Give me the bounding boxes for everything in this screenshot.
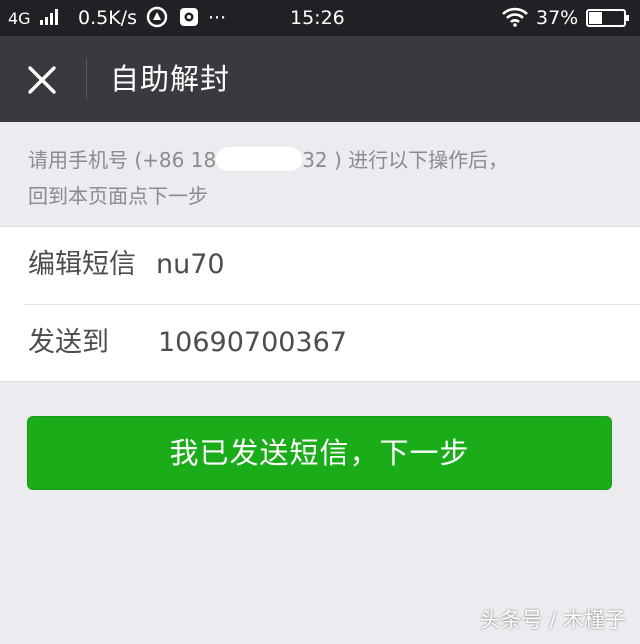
close-icon <box>28 66 56 94</box>
instruction-line-2: 回到本页面点下一步 <box>28 184 208 208</box>
sms-info-card: 编辑短信 nu70 发送到 10690700367 <box>0 226 640 382</box>
instruction-suffix: 32 ) 进行以下操作后， <box>302 148 509 172</box>
wifi-icon <box>502 6 528 30</box>
page-title: 自助解封 <box>110 62 231 96</box>
instruction-prefix: 请用手机号 (+86 18 <box>28 148 217 172</box>
app-notification-icon <box>146 6 168 30</box>
gallery-notification-icon <box>178 6 200 30</box>
nav-bar: 自助解封 <box>0 36 640 122</box>
instruction-line-1: 请用手机号 (+86 18 32 ) 进行以下操作后， <box>28 142 618 178</box>
more-notifications-icon: ··· <box>208 7 227 29</box>
battery-icon <box>586 6 630 30</box>
network-indicator: 4G <box>8 6 59 31</box>
redaction-mask <box>216 147 303 171</box>
battery-percent: 37% <box>536 7 579 29</box>
close-button[interactable] <box>20 58 64 102</box>
sms-content-row: 编辑短信 nu70 <box>0 227 640 304</box>
watermark: 头条号 / 木槿子 <box>479 608 626 632</box>
sms-content-label: 编辑短信 <box>28 249 136 280</box>
instruction-text: 请用手机号 (+86 18 32 ) 进行以下操作后， 回到本页面点下一步 <box>28 142 618 214</box>
send-to-row: 发送到 10690700367 <box>0 305 640 382</box>
send-to-number: 10690700367 <box>158 327 347 358</box>
clock: 15:26 <box>290 7 345 29</box>
nav-divider <box>86 58 87 100</box>
sms-content-value: nu70 <box>156 249 225 280</box>
network-speed: 0.5K/s <box>78 7 137 29</box>
sent-next-step-button[interactable]: 我已发送短信，下一步 <box>27 416 612 490</box>
status-bar: 4G 0.5K/s ··· 15:26 37% <box>0 0 640 36</box>
send-to-label: 发送到 <box>28 327 109 358</box>
signal-icon <box>39 9 58 25</box>
network-type: 4G <box>8 9 31 28</box>
